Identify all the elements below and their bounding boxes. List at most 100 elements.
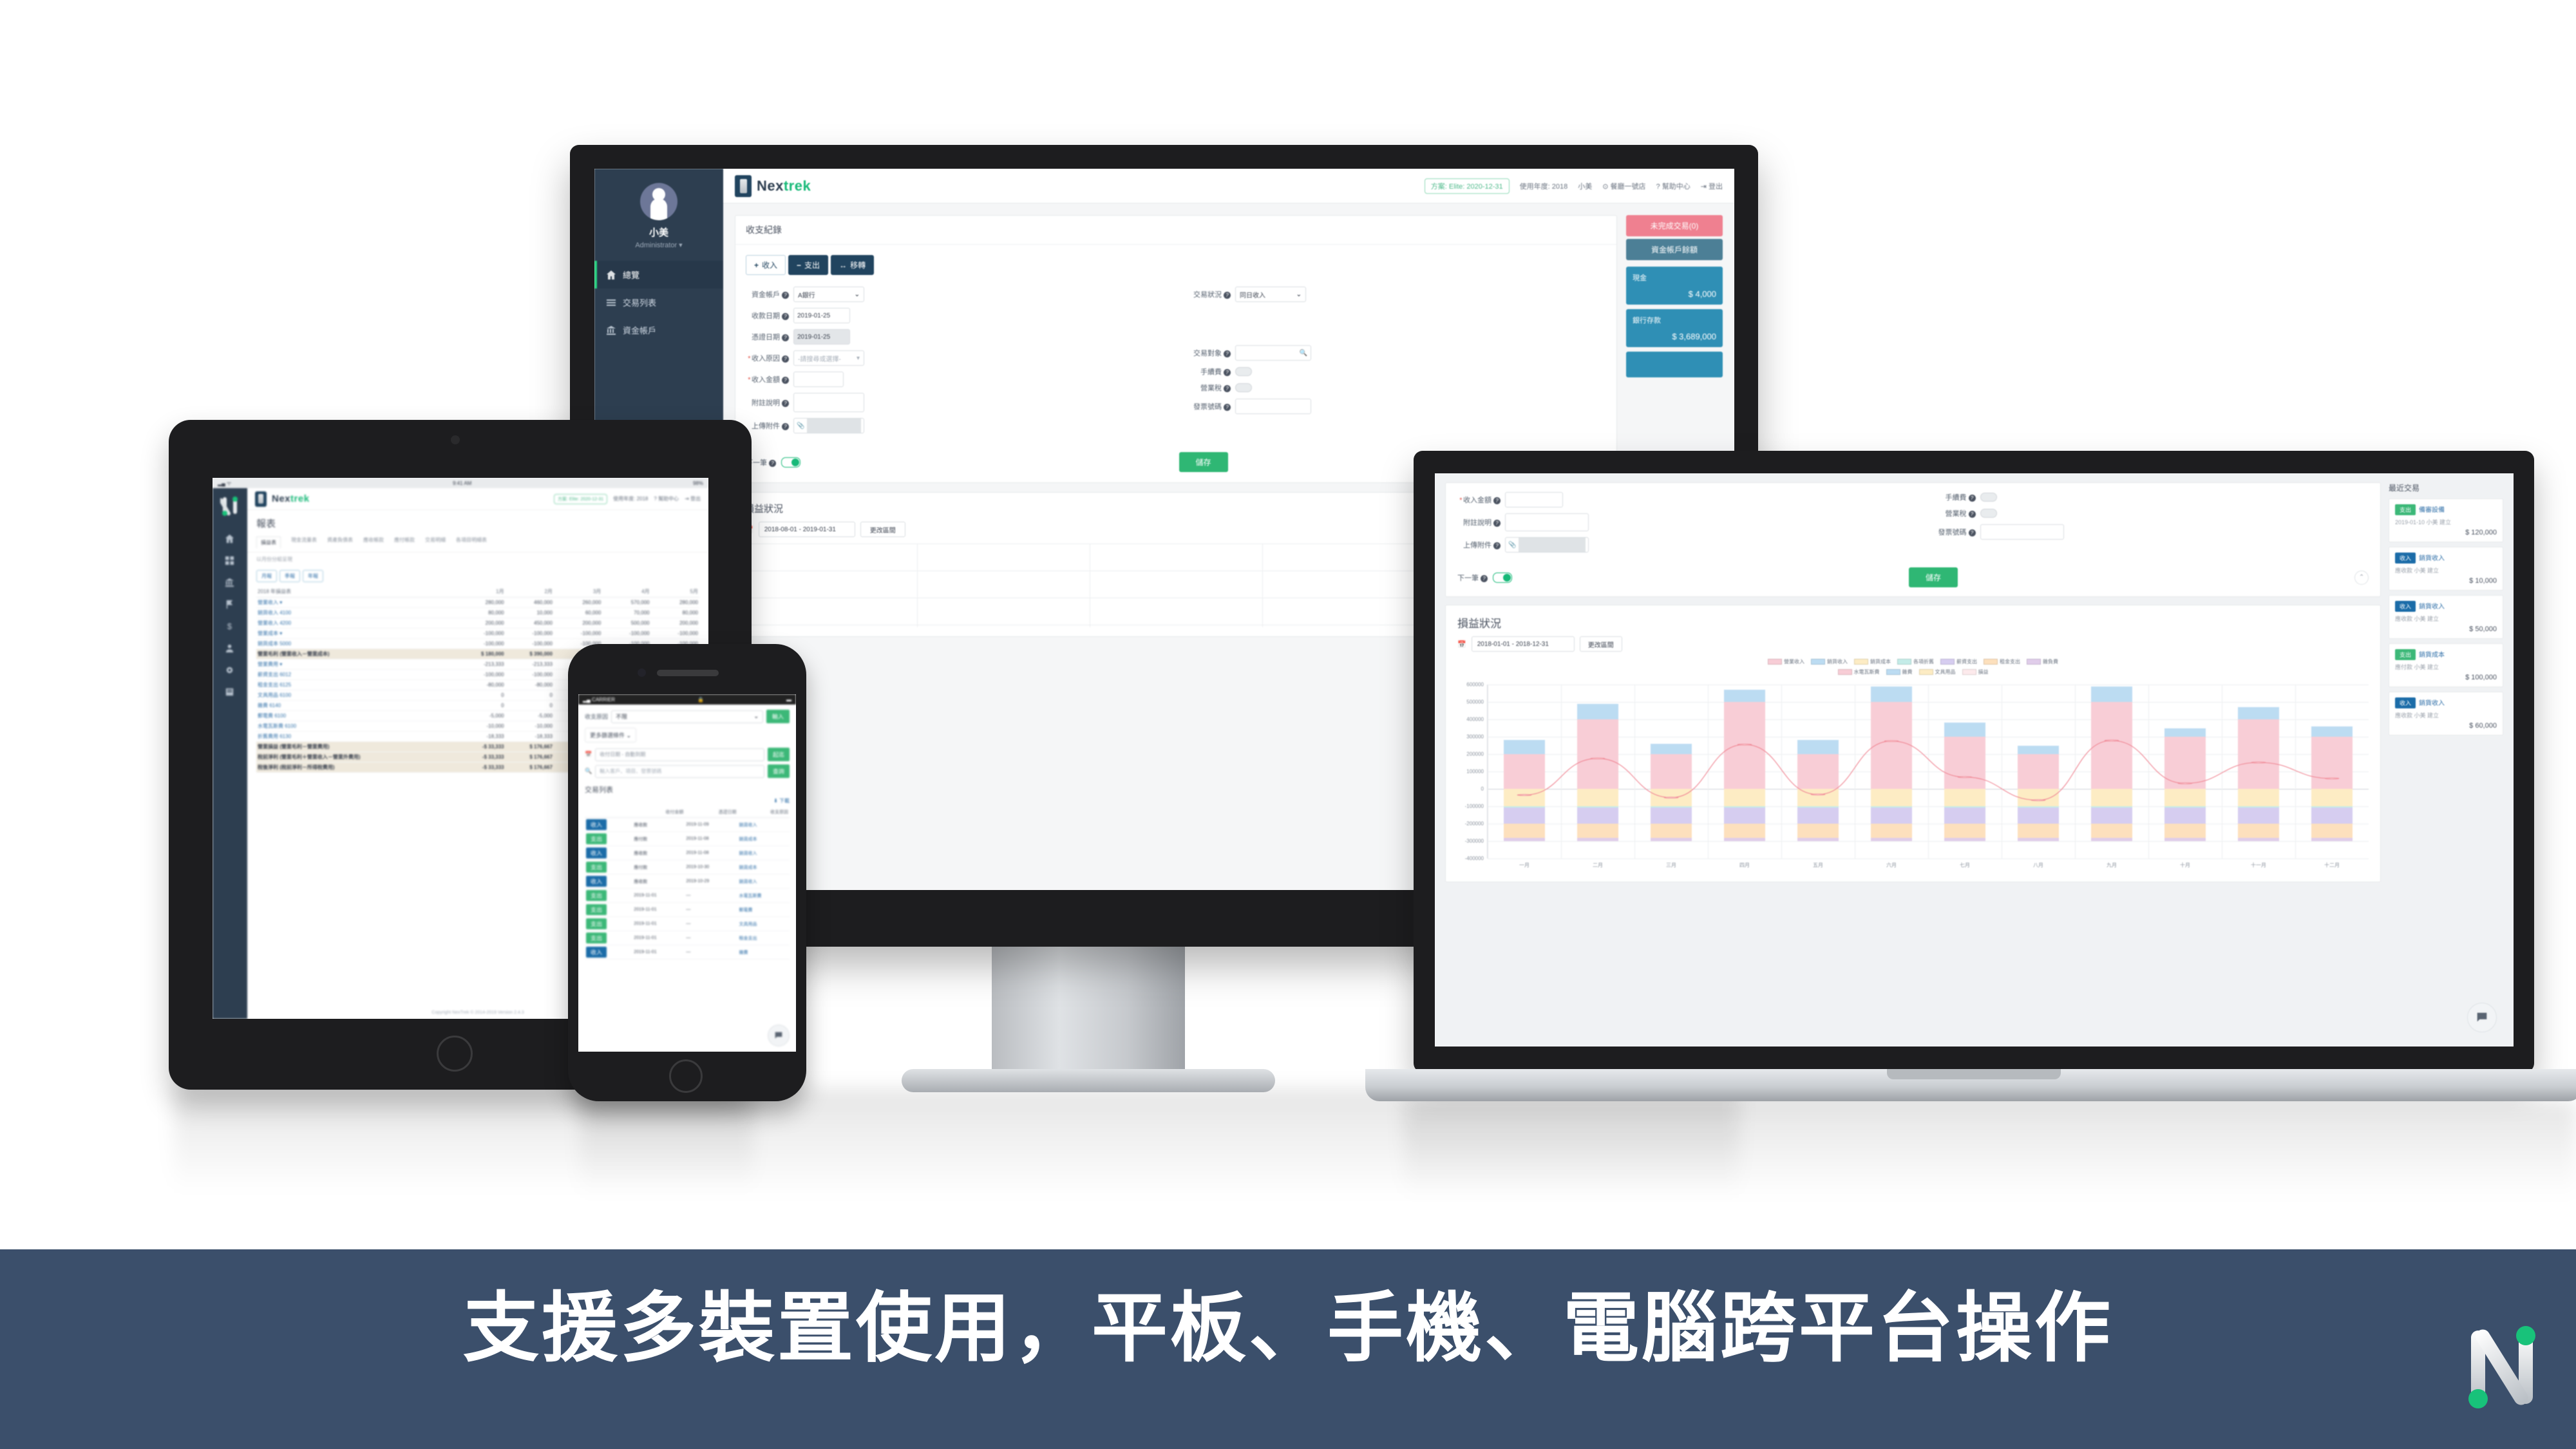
tablet-subtab[interactable]: 以月份分組呈現 — [247, 553, 708, 566]
tablet-logo[interactable] — [213, 488, 247, 525]
view-button[interactable]: 月報 — [256, 570, 277, 582]
legend-item[interactable]: 水電瓦斯費 — [1837, 668, 1880, 676]
fee-toggle[interactable] — [1980, 493, 1997, 502]
tab-2[interactable]: 資產負債表 — [327, 536, 353, 548]
help-center-link[interactable]: ? 幫助中心 — [1656, 181, 1690, 191]
table-row[interactable]: 收入 應收款 2019-11-08 銷貨收入 — [585, 846, 790, 860]
help-icon[interactable]: ? — [782, 334, 789, 341]
store-selector[interactable]: ⊙ 餐廳一號店 — [1602, 181, 1645, 191]
account-card[interactable]: 現金 $ 4,000 — [1626, 267, 1723, 305]
legend-item[interactable]: 薪資支出 — [1940, 658, 1977, 665]
help-icon[interactable]: ? — [1968, 511, 1976, 518]
next-entry-toggle[interactable] — [1493, 572, 1512, 583]
tab-0[interactable]: 損益表 — [256, 536, 281, 548]
table-row[interactable]: 支出 應付款 2019-11-08 銷貨成本 — [585, 831, 790, 846]
chat-fab[interactable] — [768, 1025, 790, 1046]
expense-tab[interactable]: − 支出 — [788, 255, 829, 275]
income-tab[interactable]: + 收入 — [746, 255, 786, 275]
transaction-name[interactable]: 銷貨收入 — [2419, 603, 2445, 611]
help-icon[interactable]: ? — [782, 292, 789, 299]
transaction-card[interactable]: 收入 銷貨收入 應收款 小美 建立 $ 50,000 — [2389, 595, 2503, 639]
help-icon[interactable]: ? — [1493, 497, 1501, 504]
profit-date-range[interactable]: 2018-08-01 - 2019-01-31 — [758, 522, 855, 537]
legend-item[interactable]: 營業收入 — [1768, 658, 1804, 665]
attachment-input[interactable]: 📎 — [1505, 537, 1589, 553]
tab-3[interactable]: 應收帳款 — [363, 536, 384, 548]
transaction-name[interactable]: 銷貨成本 — [2419, 652, 2445, 659]
bank-icon[interactable] — [225, 578, 235, 588]
transaction-name[interactable]: 銷貨收入 — [2419, 555, 2445, 562]
sidebar-item-overview[interactable]: 總覽 — [594, 261, 723, 289]
funds-account-select[interactable]: A銀行 ⌄ — [793, 287, 864, 302]
help-icon[interactable]: ? — [1224, 350, 1231, 357]
transaction-card[interactable]: 收入 銷貨收入 應收款 小美 建立 $ 10,000 — [2389, 547, 2503, 591]
help-icon[interactable]: ? — [782, 377, 789, 384]
legend-item[interactable]: 損益 — [1962, 668, 1989, 676]
home-icon[interactable] — [225, 534, 235, 544]
invoice-number-input[interactable] — [1980, 524, 2064, 540]
cell-reason[interactable]: 銷貨收入 — [737, 874, 790, 889]
help-icon[interactable]: ? — [769, 459, 776, 467]
transaction-card[interactable]: 支出 備審設備 2019-01-10 小美 建立 $ 120,000 — [2389, 498, 2503, 542]
account-card[interactable] — [1626, 352, 1723, 377]
attachment-dropzone[interactable] — [1519, 538, 1586, 552]
phone-date-input[interactable]: 收付日期 - 自動到期 — [595, 748, 764, 761]
transaction-name[interactable]: 銷貨收入 — [2419, 700, 2445, 707]
income-amount-input[interactable] — [1505, 492, 1563, 507]
help-icon[interactable]: ? — [1481, 574, 1488, 582]
sidebar-user[interactable]: 小美 Administrator ▾ — [594, 169, 723, 261]
save-button[interactable]: 儲存 — [1909, 567, 1958, 587]
chat-fab[interactable] — [2467, 1003, 2497, 1032]
dollar-icon[interactable]: $ — [225, 621, 235, 632]
help-icon[interactable]: ? — [1224, 292, 1231, 299]
sidebar-item-transactions[interactable]: 交易列表 — [594, 289, 723, 316]
help-icon[interactable]: ? — [782, 423, 789, 430]
table-row[interactable]: 營業成本 ▾ -100,000 -100,000 -100,000 -100,000 -1… — [256, 628, 699, 639]
note-input[interactable] — [1505, 513, 1589, 531]
table-row[interactable]: 收入 應收款 2019-11-09 銷貨收入 — [585, 817, 790, 832]
business-tax-toggle[interactable] — [1980, 509, 1997, 518]
cell-reason[interactable]: 銷貨收入 — [737, 817, 790, 832]
user-icon[interactable] — [225, 643, 235, 654]
logout-link[interactable]: ⇥ 登出 — [1701, 181, 1723, 191]
income-amount-input[interactable] — [793, 372, 844, 387]
cell-reason[interactable]: 郵電費 — [737, 902, 790, 917]
transfer-tab[interactable]: ↔ 移轉 — [831, 255, 875, 275]
cell-reason[interactable]: 水電瓦斯費 — [737, 888, 790, 903]
voucher-date-input[interactable]: 2019-01-25 — [793, 329, 850, 345]
help-icon[interactable]: ? — [1224, 385, 1231, 392]
transaction-card[interactable]: 收入 銷貨收入 應收款 小美 建立 $ 60,000 — [2389, 692, 2503, 735]
help-icon[interactable]: ? — [1493, 520, 1501, 527]
help-icon[interactable]: ? — [782, 400, 789, 407]
report-icon[interactable] — [225, 687, 235, 697]
legend-item[interactable]: 雜負費 — [2027, 658, 2058, 665]
cell-reason[interactable]: 雜費 — [737, 945, 790, 960]
flag-icon[interactable] — [225, 600, 235, 610]
sidebar-item-accounts[interactable]: 資金帳戶 — [594, 316, 723, 344]
help-icon[interactable]: ? — [782, 355, 789, 363]
transaction-card[interactable]: 支出 銷貨成本 應付款 小美 建立 $ 100,000 — [2389, 643, 2503, 687]
phone-date-button[interactable]: 起迄 — [767, 748, 790, 761]
cell-reason[interactable]: 租金支出 — [737, 931, 790, 945]
tablet-home-button[interactable] — [437, 1036, 473, 1072]
legend-item[interactable]: 租金支出 — [1984, 658, 2020, 665]
status-badge-incomplete[interactable]: 未完成交易(0) — [1626, 215, 1723, 236]
legend-item[interactable]: 各項折舊 — [1897, 658, 1934, 665]
topbar-user[interactable]: 小美 — [1578, 181, 1592, 191]
cell-reason[interactable]: 銷貨收入 — [737, 846, 790, 860]
settings-icon[interactable] — [225, 665, 235, 676]
table-row[interactable]: 收入 2019-11-01— 雜費 — [585, 945, 790, 960]
table-row[interactable]: 支出 2019-11-01— 租金支出 — [585, 931, 790, 945]
change-range-button[interactable]: 更改區間 — [1579, 636, 1622, 652]
phone-filter-select[interactable]: 不限 ⌄ — [611, 710, 763, 723]
cell-reason[interactable]: 文具用品 — [737, 916, 790, 931]
legend-item[interactable]: 銷貨收入 — [1811, 658, 1848, 665]
brand-logo[interactable]: Nextrek — [735, 175, 811, 197]
table-row[interactable]: 支出 2019-11-01— 文具用品 — [585, 916, 790, 931]
table-row[interactable]: 銷貨收入 4100 80,000 10,000 60,000 70,000 80,000 — [256, 607, 699, 618]
phone-search-button[interactable]: 輸入 — [766, 710, 790, 723]
help-icon[interactable]: ? — [1968, 495, 1976, 502]
receive-date-input[interactable]: 2019-01-25 — [793, 308, 850, 323]
help-icon[interactable]: ? — [782, 313, 789, 320]
help-icon[interactable]: ? — [1224, 369, 1231, 376]
